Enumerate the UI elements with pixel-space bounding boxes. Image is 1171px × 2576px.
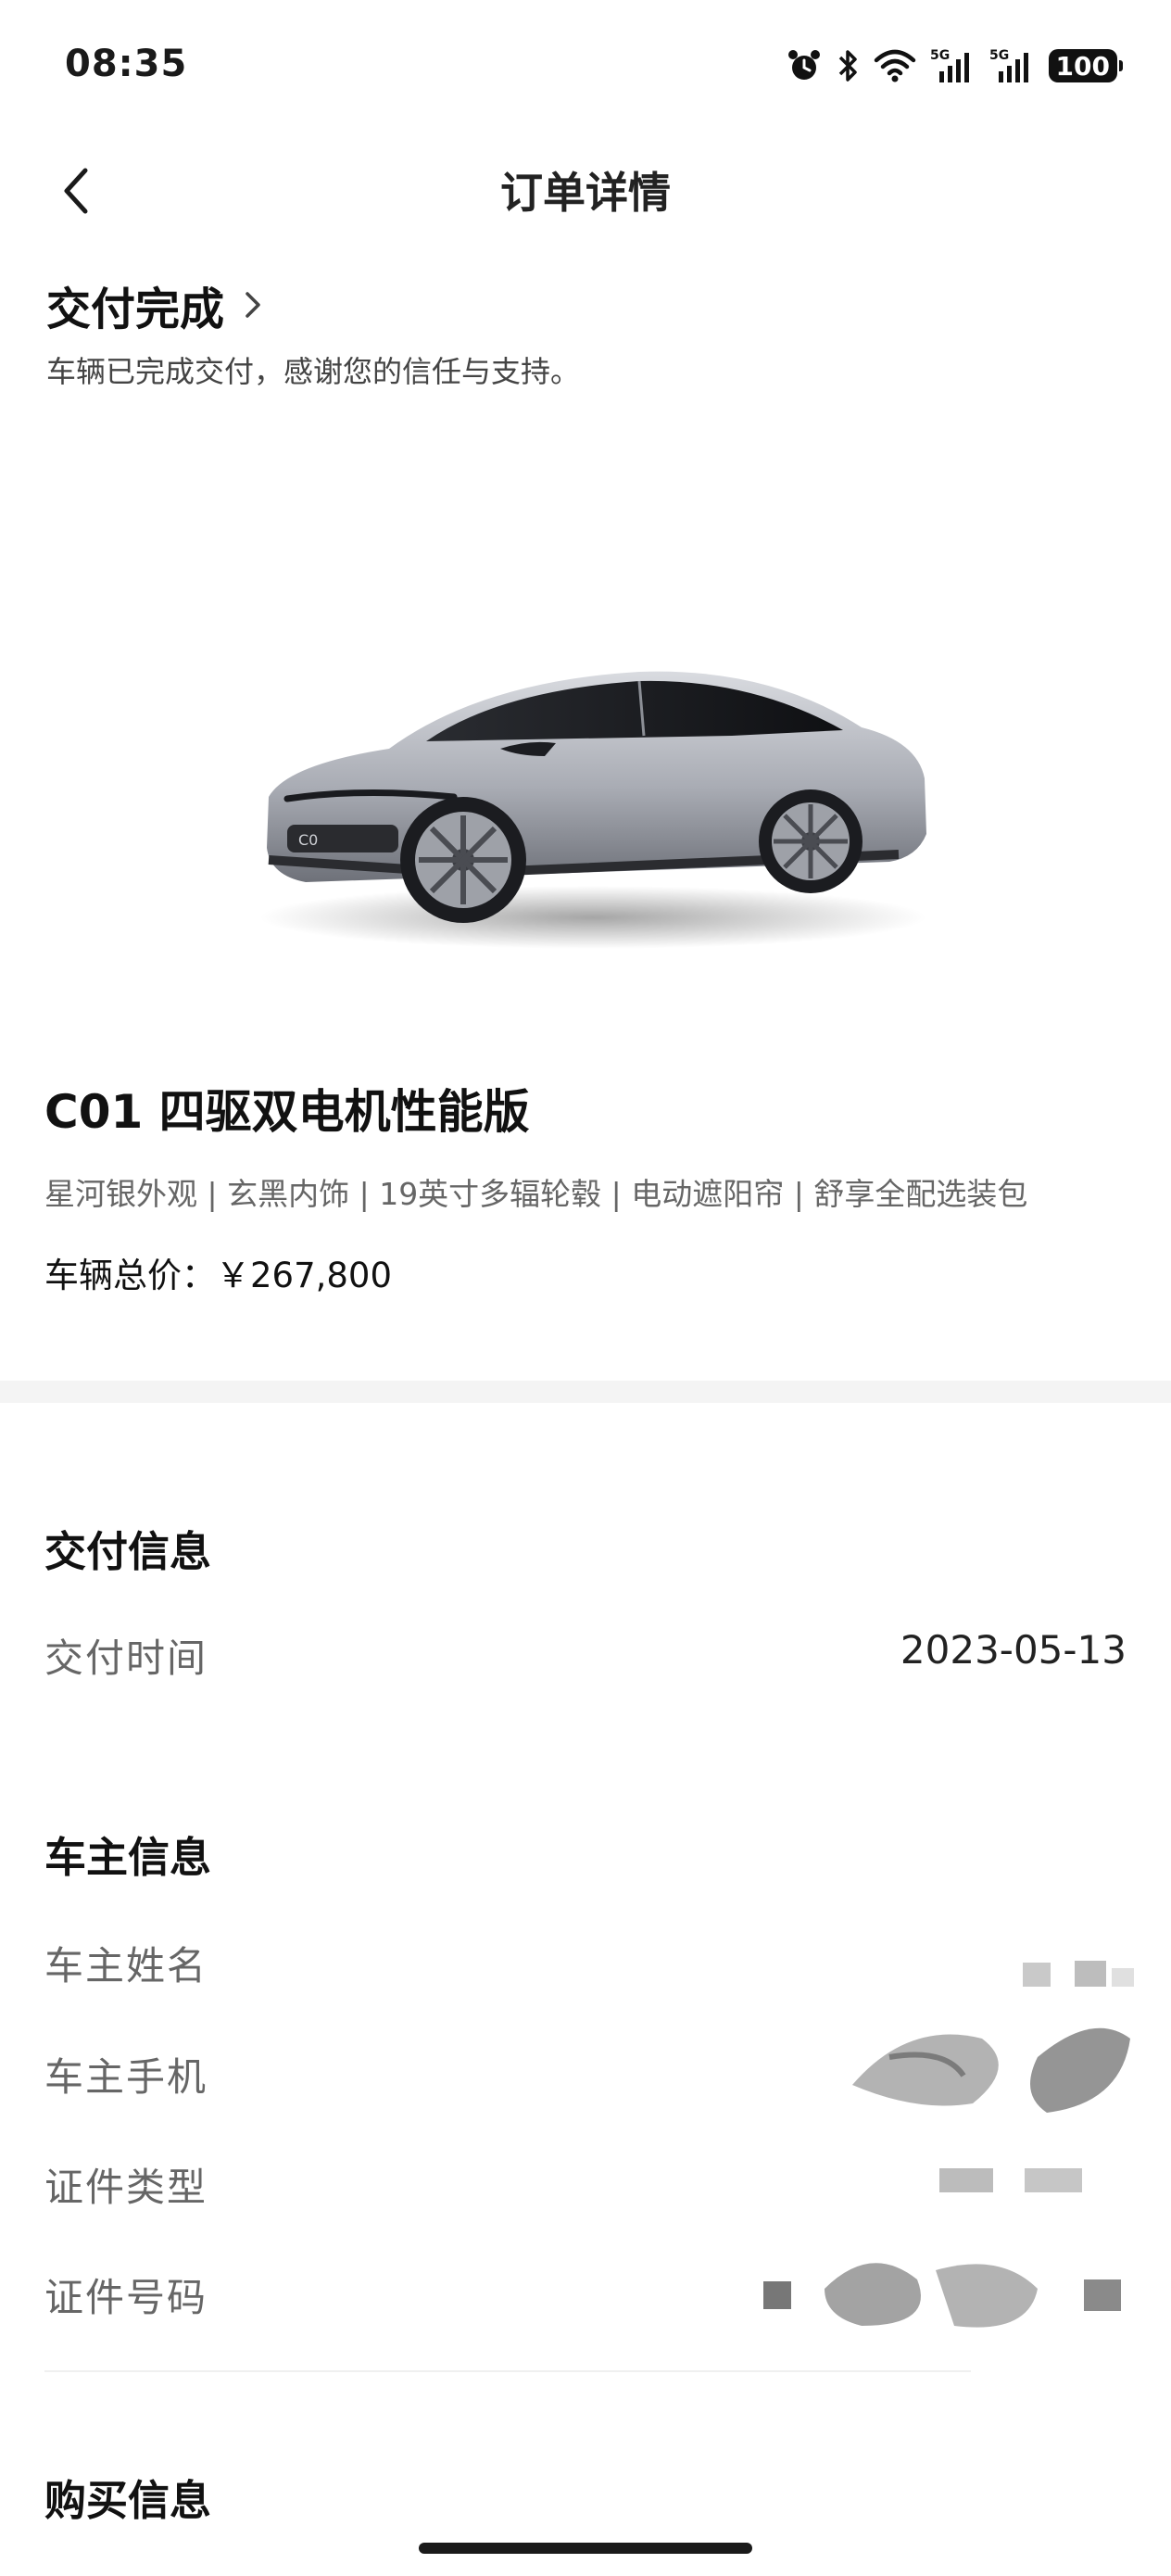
delivery-status-title: 交付完成	[46, 284, 225, 335]
model-name: C01 四驱双电机性能版	[44, 1085, 530, 1139]
alarm-icon	[787, 50, 820, 80]
status-time: 08:35	[65, 43, 188, 85]
redacted-id-number	[763, 2263, 1121, 2328]
battery-indicator: 100	[1048, 49, 1124, 82]
signal-5g-icon: 5G	[989, 48, 1028, 82]
home-indicator[interactable]	[419, 2543, 752, 2554]
wifi-icon	[874, 49, 915, 82]
bluetooth-icon	[838, 50, 857, 82]
owner-phone-label: 车主手机	[44, 2054, 208, 2100]
owner-name-label: 车主姓名	[44, 1943, 208, 1989]
signal-5g-icon: 5G	[930, 48, 969, 82]
status-bar: 08:35 5G 5G 100	[0, 0, 1171, 130]
redacted-id-type	[939, 2168, 1082, 2192]
purchase-info-title: 购买信息	[44, 2476, 212, 2525]
redacted-owner-name	[1023, 1961, 1134, 1987]
status-icons: 5G 5G 100	[786, 44, 1124, 87]
delivery-time-label: 交付时间	[44, 1635, 208, 1681]
car-image: C0	[259, 671, 926, 949]
delivery-info-title: 交付信息	[44, 1527, 212, 1576]
section-divider	[0, 1381, 1171, 1403]
owner-info-title: 车主信息	[44, 1833, 212, 1882]
model-options: 星河银外观 | 玄黑内饰 | 19英寸多辐轮毂 | 电动遮阳帘 | 舒享全配选装…	[44, 1176, 1028, 1212]
row-divider	[44, 2370, 971, 2372]
price-row: 车辆总价： ￥267,800	[44, 1247, 392, 1297]
id-number-label: 证件号码	[44, 2275, 208, 2320]
nav-bar: 订单详情	[0, 139, 1171, 241]
delivery-status-link[interactable]: 交付完成	[46, 272, 263, 337]
price-value: ￥267,800	[216, 1256, 393, 1295]
page-title: 订单详情	[500, 168, 671, 218]
id-type-label: 证件类型	[44, 2165, 208, 2210]
price-label: 车辆总价：	[44, 1256, 216, 1295]
delivery-time-value: 2023-05-13	[900, 1627, 1127, 1673]
svg-text:C0: C0	[298, 831, 318, 849]
chevron-right-icon	[246, 292, 260, 318]
delivery-status-description: 车辆已完成交付，感谢您的信任与支持。	[46, 354, 581, 389]
redacted-owner-phone	[852, 2027, 1130, 2113]
signal-5g-label: 5G	[930, 48, 950, 63]
signal-5g-label: 5G	[989, 48, 1009, 63]
